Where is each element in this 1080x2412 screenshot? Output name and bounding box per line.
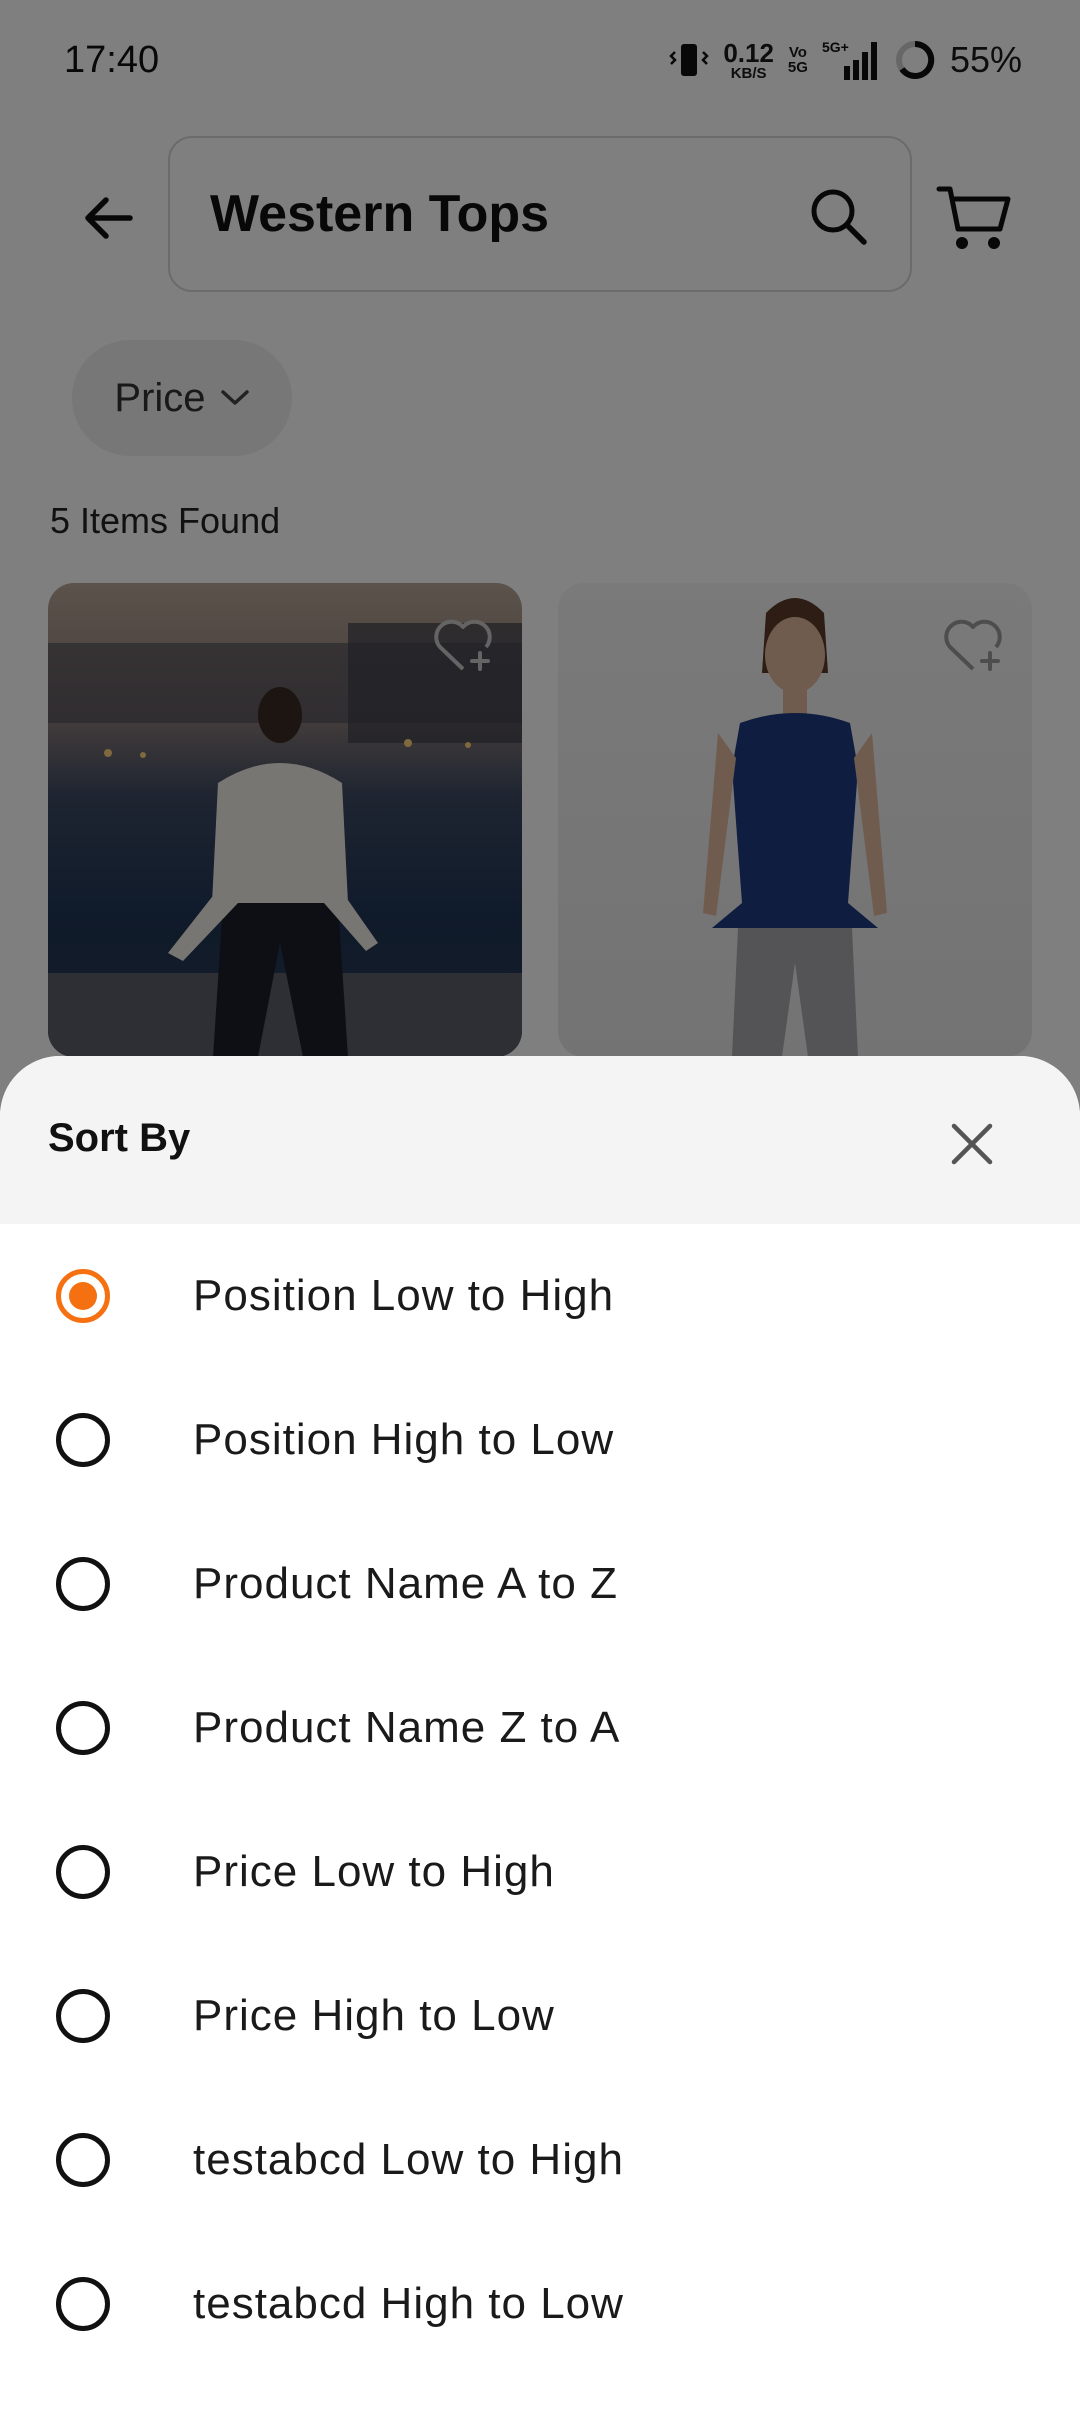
- close-icon: [951, 1123, 993, 1165]
- close-button[interactable]: [936, 1108, 1008, 1180]
- sort-option-position-low-high[interactable]: Position Low to High: [0, 1224, 1080, 1368]
- radio-button[interactable]: [56, 2133, 110, 2187]
- sort-option-label: Product Name Z to A: [193, 1703, 621, 1752]
- sort-bottom-sheet: Sort By Position Low to High Position Hi…: [0, 1056, 1080, 2412]
- radio-button[interactable]: [56, 1557, 110, 1611]
- sort-option-price-low-high[interactable]: Price Low to High: [0, 1800, 1080, 1944]
- sort-option-position-high-low[interactable]: Position High to Low: [0, 1368, 1080, 1512]
- sort-options-list: Position Low to High Position High to Lo…: [0, 1224, 1080, 2376]
- sort-option-label: Price Low to High: [193, 1847, 555, 1896]
- sort-option-label: Position Low to High: [193, 1271, 615, 1320]
- sort-option-name-a-z[interactable]: Product Name A to Z: [0, 1512, 1080, 1656]
- sort-option-testabcd-low-high[interactable]: testabcd Low to High: [0, 2088, 1080, 2232]
- sort-option-price-high-low[interactable]: Price High to Low: [0, 1944, 1080, 2088]
- sort-option-label: Product Name A to Z: [193, 1559, 618, 1608]
- radio-button-selected[interactable]: [56, 1269, 110, 1323]
- sort-option-label: testabcd Low to High: [193, 2135, 624, 2184]
- radio-button[interactable]: [56, 1989, 110, 2043]
- radio-button[interactable]: [56, 2277, 110, 2331]
- radio-button[interactable]: [56, 1413, 110, 1467]
- sort-sheet-header: Sort By: [0, 1056, 1080, 1224]
- radio-button[interactable]: [56, 1845, 110, 1899]
- sort-option-label: Price High to Low: [193, 1991, 555, 2040]
- sort-sheet-title: Sort By: [48, 1116, 191, 1160]
- sort-option-testabcd-high-low[interactable]: testabcd High to Low: [0, 2232, 1080, 2376]
- radio-button[interactable]: [56, 1701, 110, 1755]
- sort-option-label: Position High to Low: [193, 1415, 615, 1464]
- sort-option-name-z-a[interactable]: Product Name Z to A: [0, 1656, 1080, 1800]
- sort-option-label: testabcd High to Low: [193, 2279, 624, 2328]
